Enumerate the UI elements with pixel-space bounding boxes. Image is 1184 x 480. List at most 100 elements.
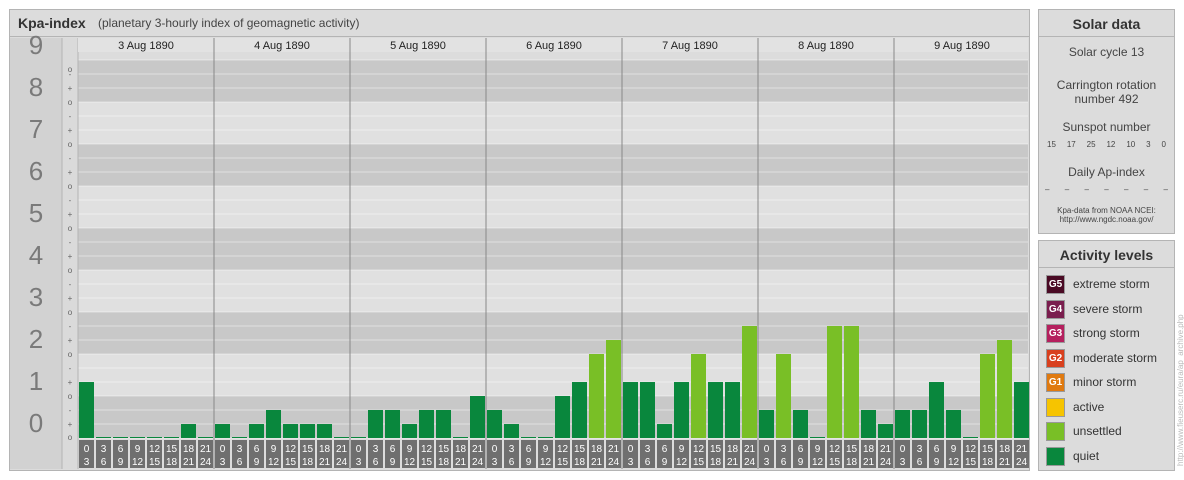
kp-bar bbox=[538, 437, 553, 438]
interval-start-label: 15 bbox=[166, 444, 178, 455]
interval-end-label: 3 bbox=[220, 457, 226, 468]
interval-end-label: 18 bbox=[302, 457, 314, 468]
interval-start-label: 6 bbox=[662, 444, 668, 455]
interval-end-label: 24 bbox=[472, 457, 484, 468]
interval-start-label: 12 bbox=[285, 444, 297, 455]
interval-start-label: 15 bbox=[302, 444, 314, 455]
legend-swatch bbox=[1046, 397, 1065, 417]
interval-start-label: 15 bbox=[846, 444, 858, 455]
y-minor-tick-label: + bbox=[68, 84, 73, 93]
solar-data-panel: Solar data Solar cycle 13 Carrington rot… bbox=[1038, 9, 1175, 234]
interval-end-label: 12 bbox=[948, 457, 960, 468]
interval-start-label: 6 bbox=[390, 444, 396, 455]
interval-end-label: 15 bbox=[829, 457, 841, 468]
interval-end-label: 9 bbox=[934, 457, 940, 468]
y-minor-tick-label: o bbox=[68, 308, 73, 317]
interval-start-label: 21 bbox=[336, 444, 348, 455]
interval-end-label: 18 bbox=[438, 457, 450, 468]
ap-index-value: – bbox=[1124, 185, 1129, 194]
sunspot-value: 25 bbox=[1086, 140, 1096, 149]
interval-start-label: 3 bbox=[645, 444, 651, 455]
solar-data-title: Solar data bbox=[1039, 10, 1174, 37]
interval-end-label: 12 bbox=[404, 457, 416, 468]
kp-bar bbox=[334, 437, 349, 438]
sunspot-value: 3 bbox=[1146, 140, 1151, 149]
y-tick-label: 4 bbox=[29, 240, 43, 270]
source-line2: http://www.ngdc.noaa.gov/ bbox=[1059, 215, 1154, 224]
kp-bar bbox=[929, 382, 944, 438]
y-minor-tick-label: o bbox=[68, 350, 73, 359]
day-label: 3 Aug 1890 bbox=[118, 40, 174, 52]
legend-swatch: G1 bbox=[1046, 373, 1065, 392]
y-minor-tick-label: o bbox=[68, 224, 73, 233]
watermark: http://www.fieuserc.ru/eura/ap_archive.p… bbox=[1176, 314, 1184, 466]
y-minor-tick-label: - bbox=[69, 322, 72, 331]
y-minor-tick-label: o bbox=[68, 140, 73, 149]
band-8 bbox=[78, 60, 1028, 102]
kp-bar bbox=[606, 340, 621, 438]
interval-start-label: 12 bbox=[829, 444, 841, 455]
y-tick-label: 1 bbox=[29, 366, 43, 396]
y-tick-label: 5 bbox=[29, 198, 43, 228]
interval-start-label: 3 bbox=[917, 444, 923, 455]
interval-start-label: 18 bbox=[183, 444, 195, 455]
interval-end-label: 24 bbox=[336, 457, 348, 468]
interval-start-label: 18 bbox=[999, 444, 1011, 455]
y-minor-tick-label: o bbox=[68, 392, 73, 401]
kp-bar bbox=[776, 354, 791, 438]
kp-bar bbox=[810, 437, 825, 438]
interval-start-label: 12 bbox=[965, 444, 977, 455]
kp-bar bbox=[487, 409, 502, 438]
interval-end-label: 21 bbox=[319, 457, 331, 468]
kp-bar bbox=[470, 396, 485, 438]
interval-end-label: 6 bbox=[237, 457, 243, 468]
interval-end-label: 6 bbox=[645, 457, 651, 468]
kp-bar bbox=[980, 354, 995, 438]
interval-start-label: 9 bbox=[135, 444, 141, 455]
kp-bar bbox=[300, 424, 315, 438]
interval-end-label: 15 bbox=[149, 457, 161, 468]
interval-end-label: 15 bbox=[285, 457, 297, 468]
ap-index-values: – – – – – – – bbox=[1039, 185, 1174, 194]
day-label: 5 Aug 1890 bbox=[390, 40, 446, 52]
kp-bar bbox=[725, 382, 740, 438]
legend-label: moderate storm bbox=[1073, 350, 1158, 365]
y-tick-label: 6 bbox=[29, 156, 43, 186]
interval-start-label: 18 bbox=[727, 444, 739, 455]
kp-bar bbox=[385, 409, 400, 438]
interval-start-label: 15 bbox=[438, 444, 450, 455]
interval-end-label: 6 bbox=[101, 457, 107, 468]
interval-end-label: 21 bbox=[999, 457, 1011, 468]
kp-bar bbox=[521, 437, 536, 438]
interval-end-label: 12 bbox=[540, 457, 552, 468]
kp-bar bbox=[181, 424, 196, 438]
interval-end-label: 18 bbox=[166, 457, 178, 468]
interval-start-label: 6 bbox=[798, 444, 804, 455]
kp-bar bbox=[742, 325, 757, 438]
interval-end-label: 3 bbox=[356, 457, 362, 468]
interval-end-label: 24 bbox=[608, 457, 620, 468]
y-tick-label: 8 bbox=[29, 72, 43, 102]
interval-start-label: 3 bbox=[101, 444, 107, 455]
interval-end-label: 18 bbox=[710, 457, 722, 468]
y-minor-tick-label: + bbox=[68, 336, 73, 345]
y-minor-tick-label: + bbox=[68, 294, 73, 303]
interval-end-label: 6 bbox=[917, 457, 923, 468]
interval-start-label: 3 bbox=[237, 444, 243, 455]
y-minor-tick-label: - bbox=[69, 238, 72, 247]
kp-bar bbox=[436, 409, 451, 438]
kp-bar bbox=[708, 382, 723, 438]
interval-end-label: 6 bbox=[509, 457, 515, 468]
kp-bar bbox=[555, 396, 570, 438]
interval-start-label: 0 bbox=[492, 444, 498, 455]
solar-cycle: Solar cycle 13 bbox=[1068, 45, 1145, 59]
y-minor-tick-label: + bbox=[68, 252, 73, 261]
interval-start-label: 9 bbox=[271, 444, 277, 455]
interval-end-label: 24 bbox=[880, 457, 892, 468]
kp-bar bbox=[232, 437, 247, 438]
kp-bar bbox=[402, 424, 417, 438]
kp-bar bbox=[844, 325, 859, 438]
interval-start-label: 0 bbox=[900, 444, 906, 455]
interval-start-label: 15 bbox=[982, 444, 994, 455]
kp-chart-panel: Kpa-index (planetary 3-hourly index of g… bbox=[9, 9, 1030, 471]
